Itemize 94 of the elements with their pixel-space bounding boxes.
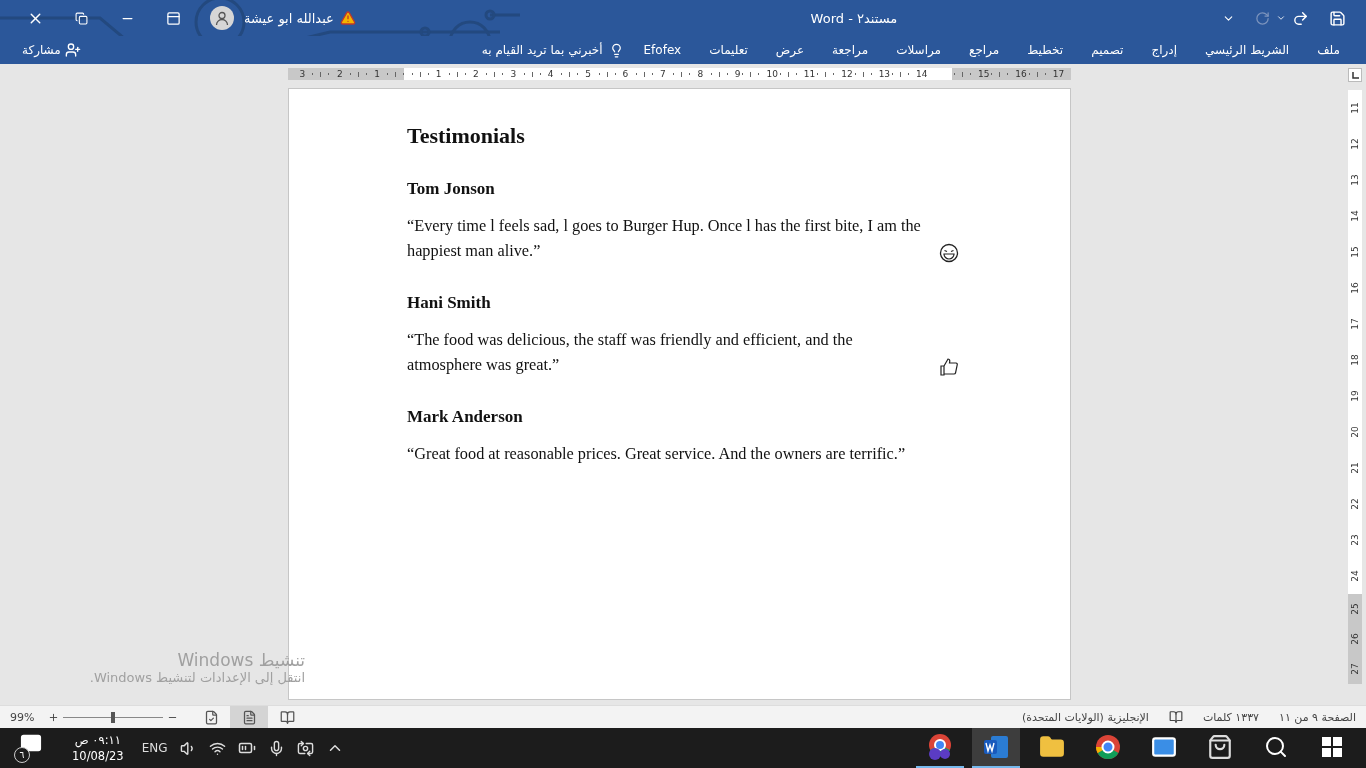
clock-date[interactable]: 10/08/23: [72, 748, 124, 764]
ribbon-tab[interactable]: إدراج: [1137, 37, 1192, 63]
reviewer-name: Tom Jonson: [407, 179, 496, 199]
page-number[interactable]: الصفحة ٩ من ١١: [1278, 710, 1356, 724]
ruler-number: 4: [547, 69, 554, 79]
ruler-number: 18: [1350, 354, 1360, 366]
grinning-face-icon: [939, 243, 959, 263]
ribbon-tab[interactable]: مراجعة: [818, 37, 883, 63]
search-icon: [1264, 735, 1288, 759]
reviewer-name: Hani Smith: [407, 293, 492, 313]
testimonial-quote: “Great food at reasonable prices. Great service. And the owners are terrific.”: [407, 443, 906, 465]
ribbon-tab[interactable]: ملف: [1303, 37, 1354, 63]
ribbon-tab[interactable]: عرض: [761, 37, 819, 63]
heading: Testimonials: [407, 123, 526, 149]
redo-icon[interactable]: [1292, 9, 1309, 27]
ruler-number: 11: [803, 69, 816, 79]
thumbs-up-icon: [939, 357, 959, 377]
ruler-number: 22: [1350, 498, 1360, 510]
web-layout-icon: [203, 709, 219, 725]
dropdown-caret-icon[interactable]: [1276, 13, 1286, 23]
ruler-number: 21: [1350, 462, 1360, 474]
share-button[interactable]: مشاركة: [22, 37, 61, 63]
ruler-number: 23: [1350, 534, 1360, 546]
ruler-number: 11: [1350, 102, 1360, 114]
ribbon-tab[interactable]: Efofex: [629, 37, 696, 63]
ruler-number: 26: [1350, 633, 1360, 645]
ruler-number: 7: [660, 69, 666, 79]
browser-profile-icon: [926, 733, 954, 761]
ruler-number: 17: [1350, 318, 1360, 330]
activation-title: تنشيط Windows: [177, 650, 305, 670]
share-icon: [64, 42, 81, 58]
window-title: Word - مستند٢: [810, 10, 898, 26]
ruler-number: 13: [1350, 174, 1360, 186]
testimonial-quote: “Every time l feels sad, l goes to Burger Hup. Once l has the first bite, I am the happiest man alive.”: [407, 215, 922, 262]
zoom-percent[interactable]: 99%: [10, 710, 48, 724]
ruler-number: 20: [1350, 426, 1360, 438]
word-app-icon: [983, 735, 1009, 759]
folder-icon: [1039, 734, 1065, 760]
ruler-number: 2: [336, 69, 343, 79]
camera-icon[interactable]: [296, 739, 314, 757]
language-status[interactable]: الإنجليزية (الولايات المتحدة): [1021, 710, 1149, 724]
input-language[interactable]: ENG: [141, 741, 168, 755]
activation-message: انتقل إلى الإعدادات لتنشيط Windows.: [89, 670, 305, 685]
browser-icon: [1095, 734, 1121, 760]
ribbon-tab[interactable]: مراجع: [955, 37, 1014, 63]
ruler-number: 9: [734, 69, 741, 79]
read-mode-icon: [279, 709, 295, 725]
tell-me-field[interactable]: أخبرني بما تريد القيام به: [481, 37, 603, 63]
ruler-number: 27: [1350, 663, 1360, 675]
store-icon: [1207, 734, 1233, 760]
ruler-number: 24: [1350, 570, 1360, 582]
reviewer-name: Mark Anderson: [407, 407, 524, 427]
warning-icon: [339, 10, 356, 26]
zoom-slider-thumb[interactable]: [111, 711, 115, 723]
ribbon-tab[interactable]: مراسلات: [882, 37, 956, 63]
ruler-number: 3: [510, 69, 517, 79]
clock-time[interactable]: ٠٩:١١ ص: [74, 732, 121, 748]
ruler-number: 16: [1015, 69, 1027, 79]
ruler-number: 14: [1350, 210, 1360, 222]
avatar[interactable]: [210, 6, 234, 30]
ruler-number: 10: [766, 69, 778, 79]
tab-selector-icon[interactable]: [1348, 68, 1362, 82]
ruler-number: 6: [622, 69, 629, 79]
ruler-number: 3: [299, 69, 306, 79]
save-icon[interactable]: [1329, 9, 1346, 27]
ruler-number: 1: [374, 69, 380, 79]
mail-icon: [1151, 734, 1177, 760]
ruler-number: 14: [916, 69, 928, 79]
ruler-number: 1: [435, 69, 442, 79]
ruler-number: 15: [977, 69, 990, 79]
windows-logo-icon: [1322, 737, 1342, 757]
ruler-number: 19: [1350, 390, 1360, 402]
ruler-number: 13: [878, 69, 891, 79]
ruler-number: 12: [841, 69, 853, 79]
testimonial-quote: “The food was delicious, the staff was friendly and efficient, and the atmosphere was great.”: [407, 329, 854, 376]
view-button[interactable]: [230, 706, 268, 728]
notification-badge: ٦: [14, 747, 30, 763]
proofing-icon[interactable]: [1168, 710, 1183, 724]
ruler-number: 5: [585, 69, 591, 79]
zoom-in-icon[interactable]: [48, 711, 59, 723]
ruler-number: 2: [473, 69, 479, 79]
user-name: عبدالله ابو عيشة: [244, 10, 334, 26]
ruler-number: 15: [1350, 246, 1360, 258]
ruler-number: 16: [1350, 282, 1360, 294]
ribbon-tab[interactable]: تعليمات: [695, 37, 762, 63]
ruler-number: 8: [697, 69, 704, 79]
ribbon-tab[interactable]: الشريط الرئيسي: [1191, 37, 1304, 63]
ribbon-tab[interactable]: تصميم: [1077, 37, 1138, 63]
ruler-number: 25: [1350, 603, 1360, 615]
print-layout-icon: [241, 709, 257, 725]
word-count[interactable]: ١٣٣٧ كلمات: [1202, 710, 1259, 724]
ruler-number: 17: [1052, 69, 1065, 79]
ruler-number: 12: [1350, 138, 1360, 150]
ribbon-tab[interactable]: تخطيط: [1013, 37, 1078, 63]
